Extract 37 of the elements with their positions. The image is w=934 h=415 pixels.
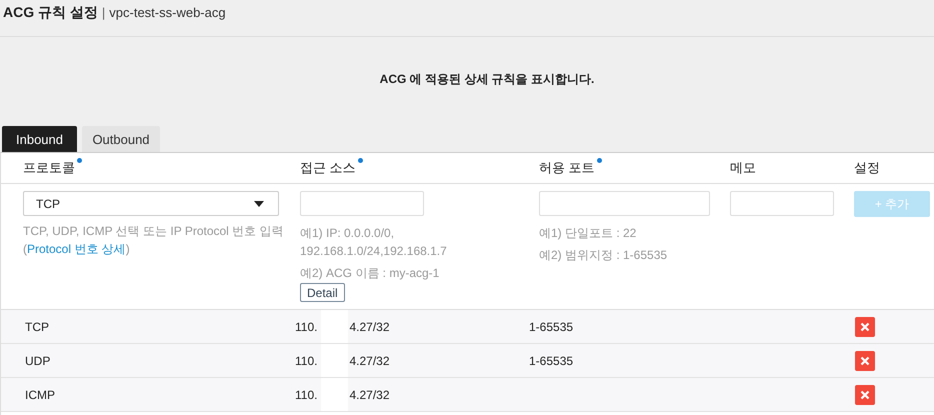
caret-icon bbox=[254, 200, 264, 206]
table-cell: 4.27/32 bbox=[349, 320, 390, 334]
tab[interactable]: Outbound bbox=[82, 126, 160, 152]
column-header: 접근 소스 bbox=[300, 159, 356, 177]
protocol-select[interactable]: TCP bbox=[23, 191, 279, 216]
table-cell-text: ICMP bbox=[25, 388, 56, 402]
port-help: 예1) 단일포트 : 22 bbox=[539, 225, 638, 242]
protocol-help: TCP, UDP, ICMP 선택 또는 IP Protocol 번호 입력 (Protocol 번호 상세) bbox=[23, 223, 285, 258]
column-header: 설정 bbox=[854, 159, 880, 177]
memo-field[interactable] bbox=[730, 191, 834, 216]
source-help: 예1) IP: 0.0.0.0/0, 192.168.1.0/24,192.168.1.7 bbox=[300, 225, 448, 260]
protocol-link[interactable]: Protocol 번호 상세 bbox=[27, 242, 126, 256]
source-help: 예2) ACG 이름 : my-acg-1 bbox=[300, 265, 440, 282]
column-header: 프로토콜 bbox=[23, 159, 75, 177]
title-separator: | bbox=[102, 5, 106, 20]
table-cell-text: 1-65535 bbox=[529, 320, 574, 334]
table-cell-text: 1-65535 bbox=[529, 354, 574, 368]
table-cell-text: TCP bbox=[25, 320, 50, 334]
delete-icon[interactable] bbox=[855, 350, 875, 370]
page-title: ACG 규칙 설정 bbox=[3, 4, 98, 22]
column-header: 허용 포트 bbox=[539, 159, 595, 177]
table-cell: 110. bbox=[295, 320, 318, 334]
table-cell: 110. bbox=[295, 354, 318, 368]
detail-button[interactable]: Detail bbox=[300, 283, 345, 302]
tab[interactable]: Inbound bbox=[2, 126, 77, 152]
column-header: 메모 bbox=[730, 159, 756, 177]
table-cell-text: UDP bbox=[25, 354, 52, 368]
source-field[interactable] bbox=[300, 191, 424, 216]
table-cell: 4.27/32 bbox=[349, 354, 390, 368]
acg-name: vpc-test-ss-web-acg bbox=[109, 5, 226, 20]
description-text: ACG 에 적용된 상세 규칙을 표시합니다. bbox=[380, 71, 594, 88]
delete-icon[interactable] bbox=[855, 316, 875, 336]
table-cell: 110. bbox=[295, 388, 318, 402]
delete-icon[interactable] bbox=[855, 384, 875, 404]
table-cell: 4.27/32 bbox=[349, 388, 390, 402]
port-help: 예2) 범위지정 : 1-65535 bbox=[539, 247, 668, 264]
port-field[interactable] bbox=[539, 191, 710, 216]
